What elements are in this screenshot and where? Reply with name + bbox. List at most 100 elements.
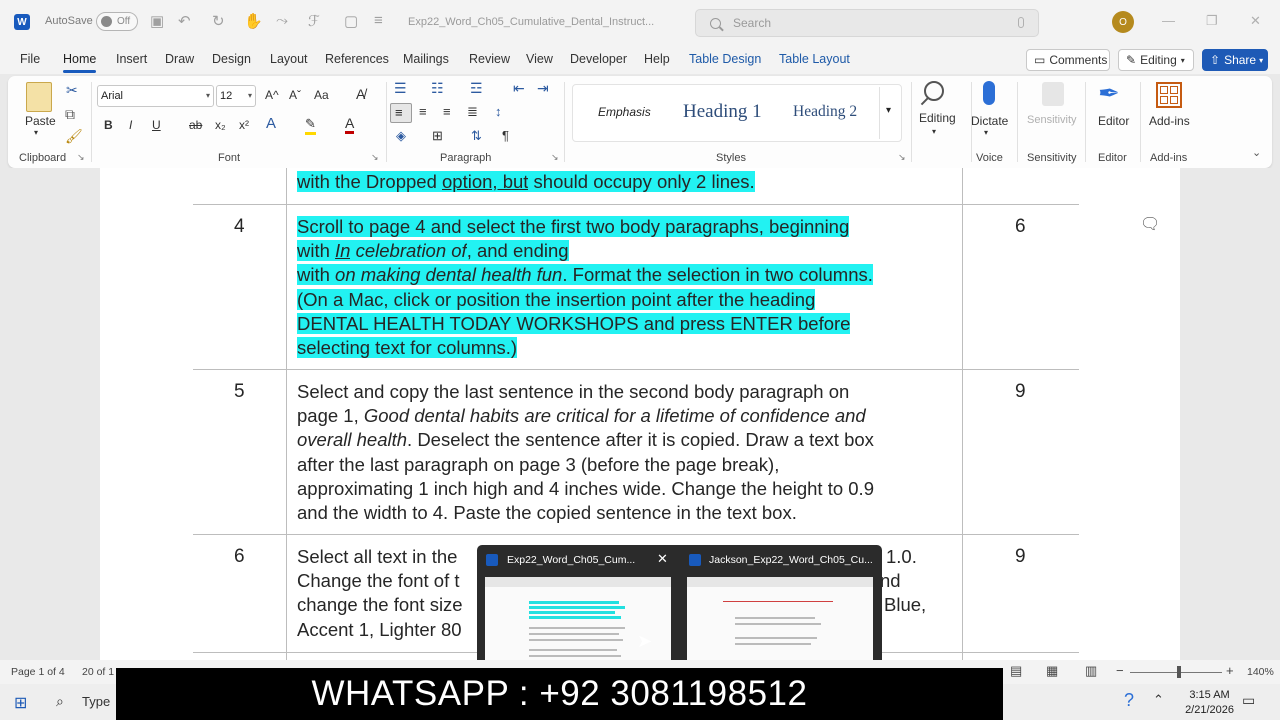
web-layout-icon[interactable]: ▥ bbox=[1085, 663, 1097, 679]
increase-indent-icon[interactable]: ⇥ bbox=[537, 80, 549, 97]
editing-button[interactable]: Editing bbox=[919, 111, 956, 125]
borders-icon[interactable]: ⊞ bbox=[432, 128, 443, 144]
undo-icon[interactable]: ↶ bbox=[178, 12, 191, 30]
underline-button[interactable]: U bbox=[152, 118, 161, 132]
styles-more-button[interactable]: ▾ bbox=[879, 87, 901, 139]
styles-gallery[interactable]: Emphasis Heading 1 Heading 2 ▾ bbox=[572, 84, 902, 142]
read-mode-icon[interactable]: ▤ bbox=[1010, 663, 1022, 679]
dialog-launcher-icon[interactable]: ↘ bbox=[77, 152, 85, 163]
align-left-button[interactable]: ≡ bbox=[390, 103, 412, 123]
tab-references[interactable]: References bbox=[325, 52, 389, 66]
new-comment-icon[interactable]: 🗨 bbox=[1140, 214, 1160, 234]
tab-layout[interactable]: Layout bbox=[270, 52, 308, 66]
chevron-down-icon[interactable]: ▾ bbox=[206, 91, 210, 100]
spelling-icon[interactable]: ℱ bbox=[308, 12, 320, 30]
document-title[interactable]: Exp22_Word_Ch05_Cumulative_Dental_Instru… bbox=[408, 16, 654, 28]
dictate-button[interactable]: Dictate bbox=[971, 114, 1008, 128]
zoom-slider[interactable] bbox=[1130, 672, 1222, 673]
collapse-ribbon-icon[interactable]: ⌄ bbox=[1252, 146, 1261, 159]
chevron-down-icon[interactable]: ▾ bbox=[34, 128, 38, 137]
copy-icon[interactable]: ⧉ bbox=[65, 106, 75, 123]
tab-developer[interactable]: Developer bbox=[570, 52, 627, 66]
tab-draw[interactable]: Draw bbox=[165, 52, 194, 66]
share-button[interactable]: ⇧ Share ▾ bbox=[1202, 49, 1268, 71]
chevron-down-icon[interactable]: ▾ bbox=[932, 127, 936, 136]
align-center-icon[interactable]: ≡ bbox=[419, 104, 427, 119]
font-color-icon[interactable]: A bbox=[345, 115, 355, 134]
add-ins-button[interactable]: Add-ins bbox=[1149, 114, 1190, 128]
sensitivity-button[interactable]: Sensitivity bbox=[1027, 114, 1077, 126]
chevron-down-icon[interactable]: ▾ bbox=[984, 128, 988, 137]
cut-icon[interactable]: ✂ bbox=[66, 82, 78, 99]
word-count[interactable]: 20 of 1 bbox=[82, 666, 114, 678]
editing-mode-button[interactable]: ✎ Editing ▾ bbox=[1118, 49, 1194, 71]
close-icon[interactable]: ✕ bbox=[657, 551, 668, 567]
touch-mode-icon[interactable]: ✋ bbox=[244, 12, 263, 30]
table-cell-instruction[interactable]: Select all text in the Change the font o… bbox=[297, 545, 477, 642]
highlight-icon[interactable]: ✎ bbox=[305, 116, 316, 135]
table-cell-instruction[interactable]: with the Dropped option, but should occu… bbox=[297, 170, 957, 194]
chevron-down-icon[interactable]: ▾ bbox=[248, 91, 252, 100]
justify-icon[interactable]: ≣ bbox=[467, 104, 478, 120]
editor-button[interactable]: Editor bbox=[1098, 114, 1129, 128]
minimize-icon[interactable]: — bbox=[1162, 13, 1175, 28]
tab-table-layout[interactable]: Table Layout bbox=[779, 52, 850, 66]
table-cell-instruction[interactable]: Select and copy the last sentence in the… bbox=[297, 380, 957, 525]
paste-button[interactable]: Paste bbox=[25, 114, 56, 128]
style-heading-1[interactable]: Heading 1 bbox=[683, 101, 762, 123]
windows-start-icon[interactable]: ⊞ bbox=[14, 693, 27, 713]
line-spacing-icon[interactable]: ↕ bbox=[495, 104, 502, 119]
search-box[interactable]: Search bbox=[695, 9, 1039, 37]
dialog-launcher-icon[interactable]: ↘ bbox=[551, 152, 559, 163]
chevron-up-icon[interactable]: ⌃ bbox=[1153, 692, 1164, 708]
superscript-button[interactable]: x² bbox=[239, 118, 249, 132]
tab-insert[interactable]: Insert bbox=[116, 52, 147, 66]
autosave-toggle[interactable]: Off bbox=[96, 12, 138, 31]
font-name-combo[interactable]: Arial ▾ bbox=[97, 85, 214, 107]
avatar[interactable]: O bbox=[1112, 11, 1134, 33]
help-icon[interactable]: ? bbox=[1124, 690, 1134, 711]
change-case-button[interactable]: Aa bbox=[314, 88, 329, 102]
microphone-icon[interactable] bbox=[1018, 17, 1024, 28]
font-size-combo[interactable]: 12 ▾ bbox=[216, 85, 256, 107]
notification-icon[interactable]: ▭ bbox=[1242, 692, 1255, 709]
tab-home[interactable]: Home bbox=[63, 52, 97, 73]
style-emphasis[interactable]: Emphasis bbox=[598, 105, 651, 119]
editor-icon[interactable]: ✒ bbox=[1098, 78, 1120, 109]
text-effects-icon[interactable]: A bbox=[266, 115, 276, 132]
tab-review[interactable]: Review bbox=[469, 52, 510, 66]
zoom-level[interactable]: 140% bbox=[1247, 666, 1274, 678]
preview-thumbnail-left[interactable] bbox=[485, 577, 671, 667]
shading-icon[interactable]: ◈ bbox=[396, 128, 406, 144]
format-painter-icon[interactable]: 🖌 bbox=[65, 128, 83, 145]
tab-mailings[interactable]: Mailings bbox=[403, 52, 449, 66]
zoom-in-icon[interactable]: + bbox=[1226, 663, 1234, 678]
add-ins-icon[interactable] bbox=[1156, 82, 1182, 108]
dialog-launcher-icon[interactable]: ↘ bbox=[371, 152, 379, 163]
strikethrough-button[interactable]: ab bbox=[189, 118, 202, 132]
customize-qat-icon[interactable]: ≡ bbox=[374, 12, 383, 29]
tab-file[interactable]: File bbox=[20, 52, 40, 66]
dialog-launcher-icon[interactable]: ↘ bbox=[898, 152, 906, 163]
print-layout-icon[interactable]: ▦ bbox=[1046, 663, 1058, 679]
comment-qat-icon[interactable]: ▢ bbox=[344, 12, 358, 30]
restore-icon[interactable]: ❐ bbox=[1206, 13, 1218, 29]
italic-button[interactable]: I bbox=[129, 118, 132, 132]
style-heading-2[interactable]: Heading 2 bbox=[793, 103, 857, 121]
tab-table-design[interactable]: Table Design bbox=[689, 52, 761, 66]
tab-design[interactable]: Design bbox=[212, 52, 251, 66]
tab-help[interactable]: Help bbox=[644, 52, 670, 66]
table-cell-instruction[interactable]: Scroll to page 4 and select the first tw… bbox=[297, 215, 957, 360]
subscript-button[interactable]: x₂ bbox=[215, 118, 226, 132]
grow-font-button[interactable]: A^ bbox=[265, 88, 279, 102]
show-marks-icon[interactable]: ¶ bbox=[502, 128, 509, 143]
zoom-slider-thumb[interactable] bbox=[1177, 666, 1181, 678]
preview-title-right[interactable]: Jackson_Exp22_Word_Ch05_Cu... bbox=[709, 554, 873, 566]
align-right-icon[interactable]: ≡ bbox=[443, 104, 451, 119]
comments-button[interactable]: ▭ Comments bbox=[1026, 49, 1110, 71]
sort-icon[interactable]: ⇅ bbox=[471, 128, 482, 144]
tab-view[interactable]: View bbox=[526, 52, 553, 66]
bold-button[interactable]: B bbox=[104, 118, 113, 132]
format-painter-qat-icon[interactable]: ⤳ bbox=[276, 12, 288, 29]
zoom-out-icon[interactable]: − bbox=[1116, 663, 1124, 678]
